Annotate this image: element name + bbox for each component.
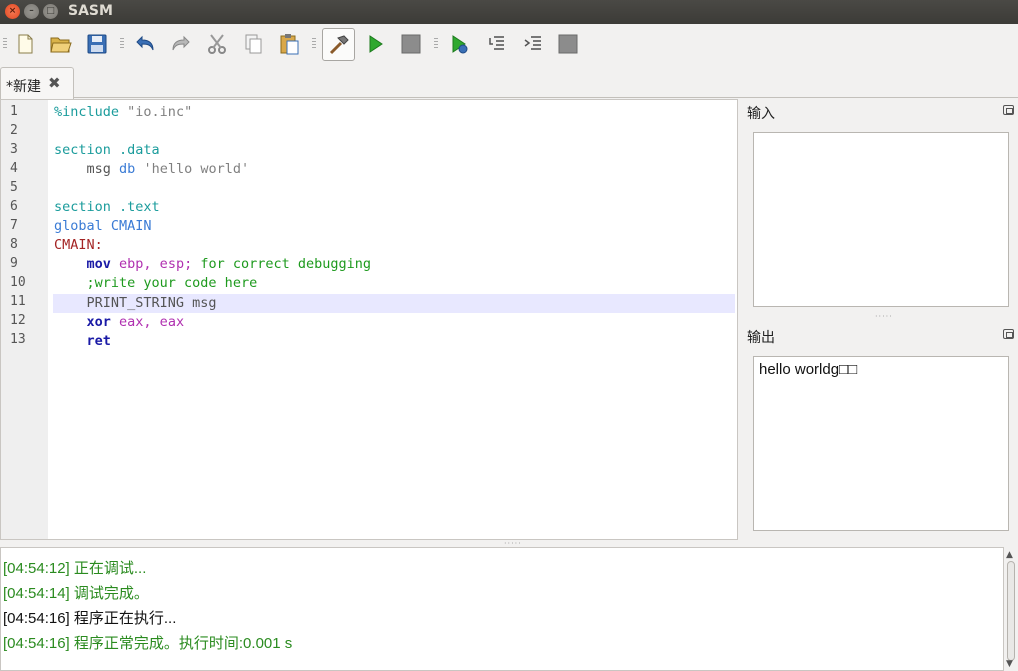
code-editor[interactable]: 1 2 3 4 5 6 7 8 9 10 11 12 13 %include "io.inc" sect… [0, 99, 738, 540]
code-line: section .data [54, 142, 160, 158]
code-line: section .text [54, 199, 160, 215]
line-number: 3 [10, 142, 18, 157]
debug-button[interactable] [444, 29, 474, 59]
window-title: SASM [68, 3, 113, 19]
code-line: global CMAIN [54, 218, 152, 234]
float-panel-icon[interactable] [1003, 105, 1014, 115]
redo-icon [172, 35, 190, 51]
paste-button[interactable] [274, 29, 304, 59]
step-into-icon [489, 36, 504, 50]
line-number-gutter: 1 2 3 4 5 6 7 8 9 10 11 12 13 [1, 100, 48, 539]
build-log[interactable]: [04:54:12] 正在调试... [04:54:14] 调试完成。 [04:… [0, 547, 1004, 671]
stop-button[interactable] [396, 29, 426, 59]
stop-debug-button[interactable] [553, 29, 583, 59]
new-file-button[interactable] [10, 29, 40, 59]
line-number: 13 [10, 332, 26, 347]
run-button[interactable] [360, 29, 390, 59]
scrollbar-thumb[interactable] [1007, 561, 1015, 661]
line-number: 8 [10, 237, 18, 252]
io-panel: 输入 ····· 输出 hello worldg□□ [741, 99, 1018, 540]
line-number: 7 [10, 218, 18, 233]
toolbar-grip[interactable] [3, 38, 7, 50]
build-button[interactable] [322, 28, 355, 61]
step-into-button[interactable] [482, 29, 512, 59]
line-number: 4 [10, 161, 18, 176]
close-tab-icon[interactable]: ✖ [48, 74, 61, 92]
code-line: ret [86, 333, 111, 349]
line-number: 1 [10, 104, 18, 119]
line-number: 12 [10, 313, 26, 328]
code-line: CMAIN: [54, 237, 103, 253]
minimize-window-button[interactable]: – [24, 4, 39, 19]
splitter-handle[interactable]: ····· [875, 312, 893, 321]
toolbar-grip[interactable] [434, 38, 438, 50]
tab-label: *新建 [6, 79, 41, 95]
log-line: [04:54:16] 程序正常完成。执行时间:0.001 s [3, 635, 293, 652]
float-panel-icon[interactable] [1003, 329, 1014, 339]
save-button[interactable] [82, 29, 112, 59]
output-title: 输出 [747, 330, 775, 346]
line-number: 9 [10, 256, 18, 271]
open-folder-icon [50, 37, 72, 53]
open-file-button[interactable] [46, 29, 76, 59]
code-line: xor eax, eax [86, 314, 185, 330]
stop-icon [401, 34, 421, 54]
code-line: mov ebp, esp; for correct debugging [86, 256, 372, 272]
step-over-icon [524, 36, 541, 50]
close-window-button[interactable]: × [5, 4, 20, 19]
step-over-button[interactable] [518, 29, 548, 59]
toolbar [0, 24, 1018, 64]
copy-button[interactable] [238, 29, 268, 59]
redo-button[interactable] [166, 29, 196, 59]
tab-bar: *新建 ✖ [0, 64, 1018, 99]
toolbar-grip[interactable] [312, 38, 316, 50]
output-text: hello worldg□□ [759, 361, 858, 378]
code-line: ;write your code here [86, 275, 258, 291]
paste-icon [280, 34, 299, 55]
log-scrollbar[interactable]: ▲ ▼ [1004, 547, 1018, 671]
build-hammer-icon [329, 34, 349, 54]
copy-icon [245, 34, 262, 54]
line-number: 5 [10, 180, 18, 195]
undo-button[interactable] [130, 29, 160, 59]
log-line: [04:54:12] 正在调试... [3, 560, 147, 577]
scroll-down-icon[interactable]: ▼ [1006, 659, 1013, 669]
code-line: msg db 'hello world' [86, 161, 250, 177]
output-field[interactable]: hello worldg□□ [753, 356, 1009, 531]
log-line: [04:54:16] 程序正在执行... [3, 610, 177, 627]
toolbar-grip[interactable] [120, 38, 124, 50]
log-line: [04:54:14] 调试完成。 [3, 585, 149, 602]
input-title: 输入 [747, 106, 775, 122]
stop-debug-icon [558, 34, 578, 54]
line-number: 10 [10, 275, 26, 290]
input-field[interactable] [753, 132, 1009, 307]
line-number: 11 [10, 294, 26, 309]
scroll-up-icon[interactable]: ▲ [1006, 550, 1013, 560]
title-bar: × – □ SASM [0, 0, 1018, 24]
line-number: 2 [10, 123, 18, 138]
new-file-icon [18, 34, 33, 54]
run-icon [369, 35, 383, 53]
code-line: PRINT_STRING msg [86, 295, 217, 311]
cut-button[interactable] [202, 29, 232, 59]
save-icon [87, 34, 107, 54]
code-line: %include "io.inc" [54, 104, 193, 120]
maximize-window-button[interactable]: □ [43, 4, 58, 19]
cut-icon [208, 34, 226, 54]
debug-icon [452, 35, 468, 54]
tab-new-file[interactable]: *新建 ✖ [0, 67, 74, 99]
undo-icon [136, 35, 154, 51]
line-number: 6 [10, 199, 18, 214]
